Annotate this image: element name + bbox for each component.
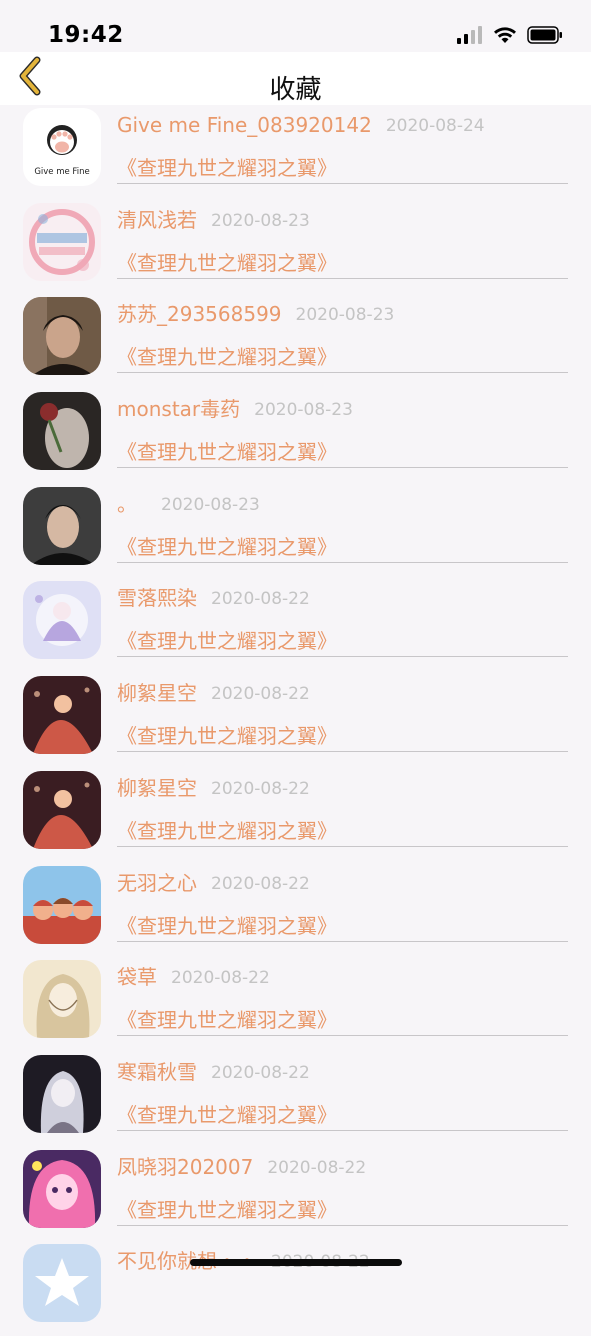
avatar[interactable]: [23, 297, 101, 376]
user-name-text: 柳絮星空: [117, 775, 197, 800]
favorite-date: 2020-08-23: [211, 210, 310, 231]
avatar[interactable]: [23, 1054, 101, 1133]
avatar[interactable]: [23, 1244, 101, 1323]
favorite-date: 2020-08-23: [295, 305, 395, 326]
status-time: 19:42: [48, 22, 124, 48]
user-name: 。 2020-08-23: [117, 489, 260, 520]
divider: [117, 1224, 568, 1226]
divider: [117, 277, 568, 279]
divider: [117, 656, 568, 658]
user-name-text: 袋草: [117, 965, 157, 990]
user-name: 无羽之心 2020-08-22: [117, 868, 310, 899]
book-title[interactable]: 《查理九世之耀羽之翼》: [117, 1100, 337, 1130]
book-title[interactable]: 《查理九世之耀羽之翼》: [117, 532, 337, 562]
book-title[interactable]: 《查理九世之耀羽之翼》: [117, 911, 337, 941]
list-item[interactable]: 寒霜秋雪 2020-08-22 《查理九世之耀羽之翼》: [0, 1052, 591, 1147]
avatar[interactable]: [23, 960, 101, 1039]
favorite-date: 2020-08-22: [171, 968, 270, 989]
divider: [117, 1129, 568, 1131]
divider: [117, 1035, 568, 1037]
user-name: 雪落熙染 2020-08-22: [117, 583, 310, 614]
divider: [117, 845, 568, 847]
favorite-date: 2020-08-22: [211, 778, 310, 799]
divider: [117, 561, 568, 563]
user-name: 柳絮星空 2020-08-22: [117, 773, 310, 804]
list-item[interactable]: 凤晓羽202007 2020-08-22 《查理九世之耀羽之翼》: [0, 1147, 591, 1242]
book-title[interactable]: 《查理九世之耀羽之翼》: [117, 437, 337, 467]
cellular-signal-icon: [457, 26, 483, 48]
favorite-date: 2020-08-22: [267, 1157, 367, 1178]
book-title[interactable]: 《查理九世之耀羽之翼》: [117, 721, 337, 751]
list-item[interactable]: 袋草 2020-08-22 《查理九世之耀羽之翼》: [0, 957, 591, 1052]
book-title[interactable]: 《查理九世之耀羽之翼》: [117, 248, 337, 278]
divider: [117, 183, 568, 184]
avatar[interactable]: [23, 770, 101, 849]
list-item[interactable]: 柳絮星空 2020-08-22 《查理九世之耀羽之翼》: [0, 673, 591, 768]
avatar[interactable]: [23, 392, 101, 471]
favorite-date: 2020-08-22: [211, 1062, 310, 1083]
user-name: 清风浅若 2020-08-23: [117, 205, 310, 236]
user-name-text: monstar毒药: [117, 397, 241, 422]
avatar[interactable]: [23, 676, 101, 755]
list-item[interactable]: 清风浅若 2020-08-23 《查理九世之耀羽之翼》: [0, 200, 591, 295]
book-title[interactable]: 《查理九世之耀羽之翼》: [117, 153, 337, 183]
avatar[interactable]: [23, 581, 101, 660]
book-title[interactable]: 《查理九世之耀羽之翼》: [117, 626, 337, 656]
user-name: 寒霜秋雪 2020-08-22: [117, 1057, 310, 1088]
book-title[interactable]: 《查理九世之耀羽之翼》: [117, 342, 337, 372]
list-item[interactable]: 。 2020-08-23 《查理九世之耀羽之翼》: [0, 484, 591, 579]
favorite-date: 2020-08-22: [211, 589, 310, 610]
status-icons: [457, 26, 563, 48]
user-name-text: 柳絮星空: [117, 681, 197, 706]
avatar[interactable]: [23, 486, 101, 565]
user-name-text: 。: [117, 491, 137, 516]
avatar[interactable]: [23, 865, 101, 944]
divider: [117, 940, 568, 942]
favorites-list: Give me Fine Give me Fine_083920142 2020-…: [0, 105, 591, 1336]
avatar[interactable]: [23, 202, 101, 281]
book-title[interactable]: 《查理九世之耀羽之翼》: [117, 1195, 337, 1225]
list-item[interactable]: 不见你就想・・2020-08-22: [0, 1241, 591, 1336]
user-name: monstar毒药 2020-08-23: [117, 394, 353, 425]
battery-icon: [527, 26, 563, 48]
favorite-date: 2020-08-23: [254, 400, 353, 421]
user-name: 袋草 2020-08-22: [117, 962, 270, 993]
wifi-icon: [493, 26, 517, 48]
user-name: 凤晓羽202007 2020-08-22: [117, 1152, 366, 1183]
avatar[interactable]: Give me Fine: [23, 108, 101, 186]
list-item[interactable]: 苏苏_293568599 2020-08-23 《查理九世之耀羽之翼》: [0, 294, 591, 389]
user-name: 柳絮星空 2020-08-22: [117, 678, 310, 709]
divider: [117, 372, 568, 374]
avatar-logo-text: Give me Fine: [34, 167, 89, 177]
list-item[interactable]: Give me Fine Give me Fine_083920142 2020-…: [0, 105, 591, 200]
list-item[interactable]: 柳絮星空 2020-08-22 《查理九世之耀羽之翼》: [0, 768, 591, 863]
favorite-date: 2020-08-22: [211, 873, 310, 894]
page-title: 收藏: [269, 75, 322, 105]
user-name-text: 清风浅若: [117, 207, 197, 232]
user-name-text: 凤晓羽202007: [117, 1154, 254, 1179]
divider: [117, 467, 568, 469]
favorite-date: 2020-08-24: [385, 116, 485, 136]
user-name-text: Give me Fine_083920142: [117, 113, 372, 137]
nav-bar: 收藏: [0, 52, 591, 105]
book-title[interactable]: 《查理九世之耀羽之翼》: [117, 1005, 337, 1035]
avatar[interactable]: [23, 1149, 101, 1228]
list-item[interactable]: 雪落熙染 2020-08-22 《查理九世之耀羽之翼》: [0, 578, 591, 673]
book-title[interactable]: 《查理九世之耀羽之翼》: [117, 816, 337, 846]
user-name-text: 苏苏_293568599: [117, 302, 282, 327]
user-name: 苏苏_293568599 2020-08-23: [117, 299, 394, 330]
user-name-text: 无羽之心: [117, 870, 197, 895]
divider: [117, 751, 568, 753]
list-item[interactable]: 无羽之心 2020-08-22 《查理九世之耀羽之翼》: [0, 863, 591, 958]
status-bar: 19:42: [0, 0, 591, 52]
user-name-text: 寒霜秋雪: [117, 1059, 197, 1084]
user-name-text: 雪落熙染: [117, 586, 197, 611]
user-name: Give me Fine_083920142 2020-08-24: [117, 110, 485, 141]
favorite-date: 2020-08-22: [211, 684, 310, 705]
favorite-date: 2020-08-23: [161, 494, 260, 515]
list-item[interactable]: monstar毒药 2020-08-23 《查理九世之耀羽之翼》: [0, 389, 591, 484]
home-indicator[interactable]: [190, 1259, 402, 1266]
